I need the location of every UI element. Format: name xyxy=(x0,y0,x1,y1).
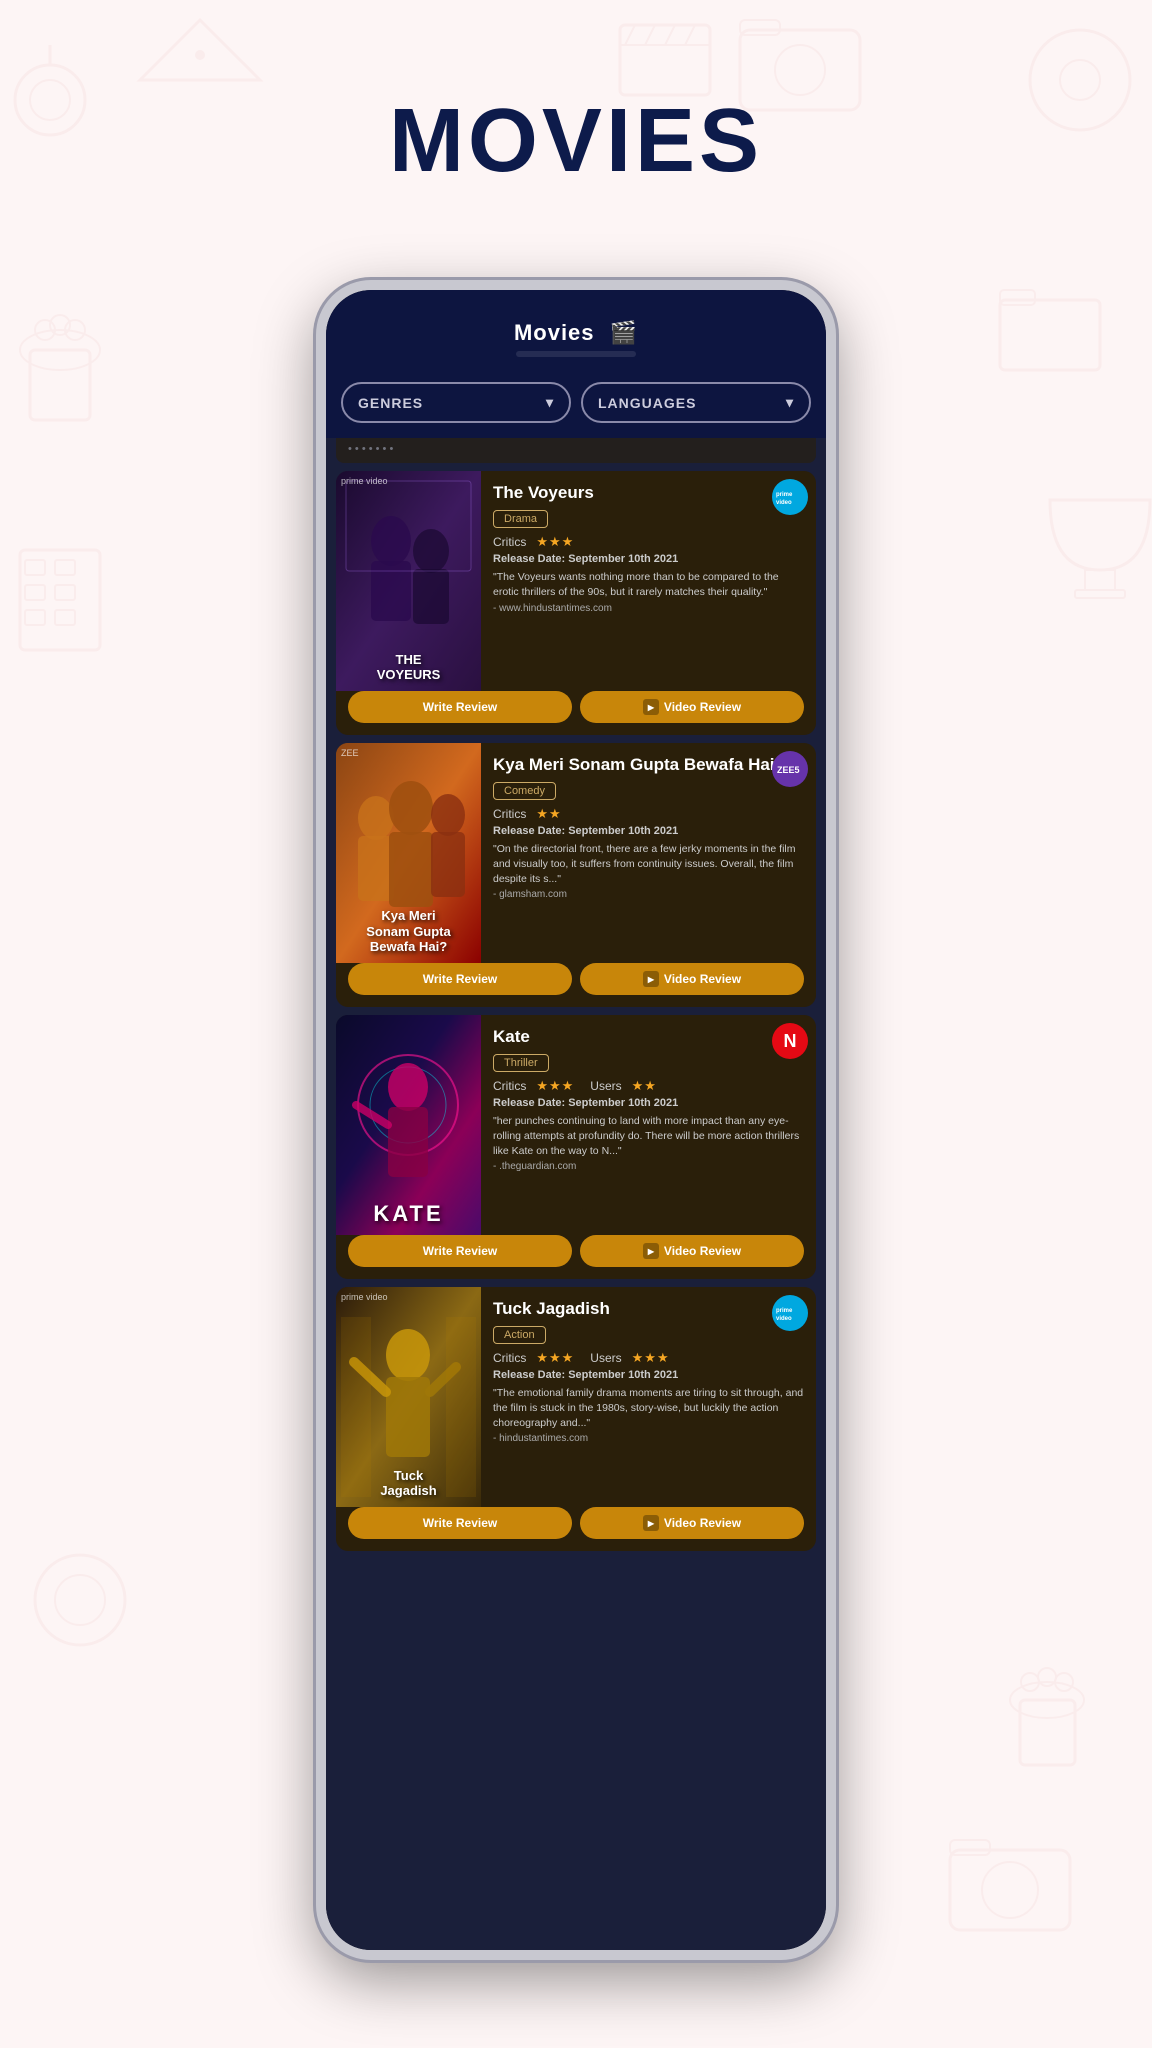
write-review-button-voyeurs[interactable]: Write Review xyxy=(348,691,572,723)
write-review-button-kate[interactable]: Write Review xyxy=(348,1235,572,1267)
review-text-kate: "her punches continuing to land with mor… xyxy=(493,1114,804,1158)
rating-row-sonam: Critics ★★ xyxy=(493,806,804,822)
rating-row-tuck: Critics ★★★ Users ★★★ xyxy=(493,1350,804,1366)
release-date-tuck: Release Date: September 10th 2021 xyxy=(493,1369,804,1381)
movie-poster-voyeurs: prime video xyxy=(336,471,481,691)
movie-poster-sonam: ZEE xyxy=(336,743,481,963)
release-date-kate: Release Date: September 10th 2021 xyxy=(493,1097,804,1109)
movie-info-tuck: prime video Tuck Jagadish Action Critics… xyxy=(481,1287,816,1507)
movie-title-kate: Kate xyxy=(493,1027,804,1047)
app-title: Movies 🎬 xyxy=(346,320,806,346)
movie-title-voyeurs: The Voyeurs xyxy=(493,483,804,503)
movie-card-tuck: prime video xyxy=(336,1287,816,1551)
release-date-voyeurs: Release Date: September 10th 2021 xyxy=(493,553,804,565)
chevron-down-icon: ▾ xyxy=(546,394,554,411)
card-buttons-kate: Write Review ▶ Video Review xyxy=(336,1235,816,1279)
genres-filter-button[interactable]: GENRES ▾ xyxy=(341,382,571,423)
movie-info-voyeurs: prime video The Voyeurs Drama Critics ★★… xyxy=(481,471,816,691)
streaming-badge-netflix: N xyxy=(772,1023,808,1059)
movie-poster-tuck: prime video xyxy=(336,1287,481,1507)
movie-title-tuck: Tuck Jagadish xyxy=(493,1299,804,1319)
write-review-button-tuck[interactable]: Write Review xyxy=(348,1507,572,1539)
phone-mockup: Movies 🎬 GENRES ▾ LANGUAGES ▾ • • • • • … xyxy=(316,280,836,1960)
video-review-button-tuck[interactable]: ▶ Video Review xyxy=(580,1507,804,1539)
volume-down-button xyxy=(316,490,321,550)
movie-poster-kate: KATE xyxy=(336,1015,481,1235)
scroll-indicator xyxy=(516,351,636,357)
video-icon: ▶ xyxy=(643,699,659,715)
card-buttons-voyeurs: Write Review ▶ Video Review xyxy=(336,691,816,735)
video-icon: ▶ xyxy=(643,971,659,987)
svg-text:video: video xyxy=(776,500,792,506)
video-review-button-sonam[interactable]: ▶ Video Review xyxy=(580,963,804,995)
chevron-down-icon: ▾ xyxy=(786,394,794,411)
svg-text:ZEE5: ZEE5 xyxy=(777,765,800,775)
movie-card-kate: KATE N Kate Thriller Critics ★★★ Users ★… xyxy=(336,1015,816,1279)
svg-text:prime: prime xyxy=(776,492,793,498)
rating-row-kate: Critics ★★★ Users ★★ xyxy=(493,1078,804,1094)
rating-row-voyeurs: Critics ★★★ xyxy=(493,534,804,550)
power-button xyxy=(831,550,836,650)
app-header: Movies 🎬 xyxy=(326,290,826,372)
review-source-tuck: - hindustantimes.com xyxy=(493,1433,804,1444)
review-source-voyeurs: - www.hindustantimes.com xyxy=(493,603,804,614)
clapper-icon: 🎬 xyxy=(610,320,638,345)
movie-card-sonam: ZEE xyxy=(336,743,816,1007)
filter-row: GENRES ▾ LANGUAGES ▾ xyxy=(326,372,826,438)
review-text-tuck: "The emotional family drama moments are … xyxy=(493,1386,804,1430)
volume-up-button xyxy=(316,570,321,650)
video-review-button-voyeurs[interactable]: ▶ Video Review xyxy=(580,691,804,723)
movies-list[interactable]: • • • • • • • prime video xyxy=(326,438,826,1950)
card-buttons-tuck: Write Review ▶ Video Review xyxy=(336,1507,816,1551)
streaming-badge-prime2: prime video xyxy=(772,1295,808,1331)
genre-badge-tuck: Action xyxy=(493,1326,546,1344)
review-source-sonam: - glamsham.com xyxy=(493,889,804,900)
page-title: MOVIES xyxy=(389,90,763,193)
video-review-button-kate[interactable]: ▶ Video Review xyxy=(580,1235,804,1267)
write-review-button-sonam[interactable]: Write Review xyxy=(348,963,572,995)
genre-badge-sonam: Comedy xyxy=(493,782,556,800)
streaming-badge-prime: prime video xyxy=(772,479,808,515)
partial-card-hint: • • • • • • • xyxy=(336,438,816,463)
svg-text:video: video xyxy=(776,1316,792,1322)
svg-text:prime: prime xyxy=(776,1308,793,1314)
movie-info-kate: N Kate Thriller Critics ★★★ Users ★★ Rel… xyxy=(481,1015,816,1235)
movie-info-sonam: ZEE5 Kya Meri Sonam Gupta Bewafa Hai Com… xyxy=(481,743,816,963)
video-icon: ▶ xyxy=(643,1243,659,1259)
review-source-kate: - .theguardian.com xyxy=(493,1161,804,1172)
review-text-voyeurs: "The Voyeurs wants nothing more than to … xyxy=(493,570,804,599)
video-icon: ▶ xyxy=(643,1515,659,1531)
review-text-sonam: "On the directorial front, there are a f… xyxy=(493,842,804,886)
genre-badge-voyeurs: Drama xyxy=(493,510,548,528)
card-buttons-sonam: Write Review ▶ Video Review xyxy=(336,963,816,1007)
languages-filter-button[interactable]: LANGUAGES ▾ xyxy=(581,382,811,423)
release-date-sonam: Release Date: September 10th 2021 xyxy=(493,825,804,837)
movie-title-sonam: Kya Meri Sonam Gupta Bewafa Hai xyxy=(493,755,804,775)
streaming-badge-zee5: ZEE5 xyxy=(772,751,808,787)
genre-badge-kate: Thriller xyxy=(493,1054,549,1072)
movie-card-voyeurs: prime video xyxy=(336,471,816,735)
